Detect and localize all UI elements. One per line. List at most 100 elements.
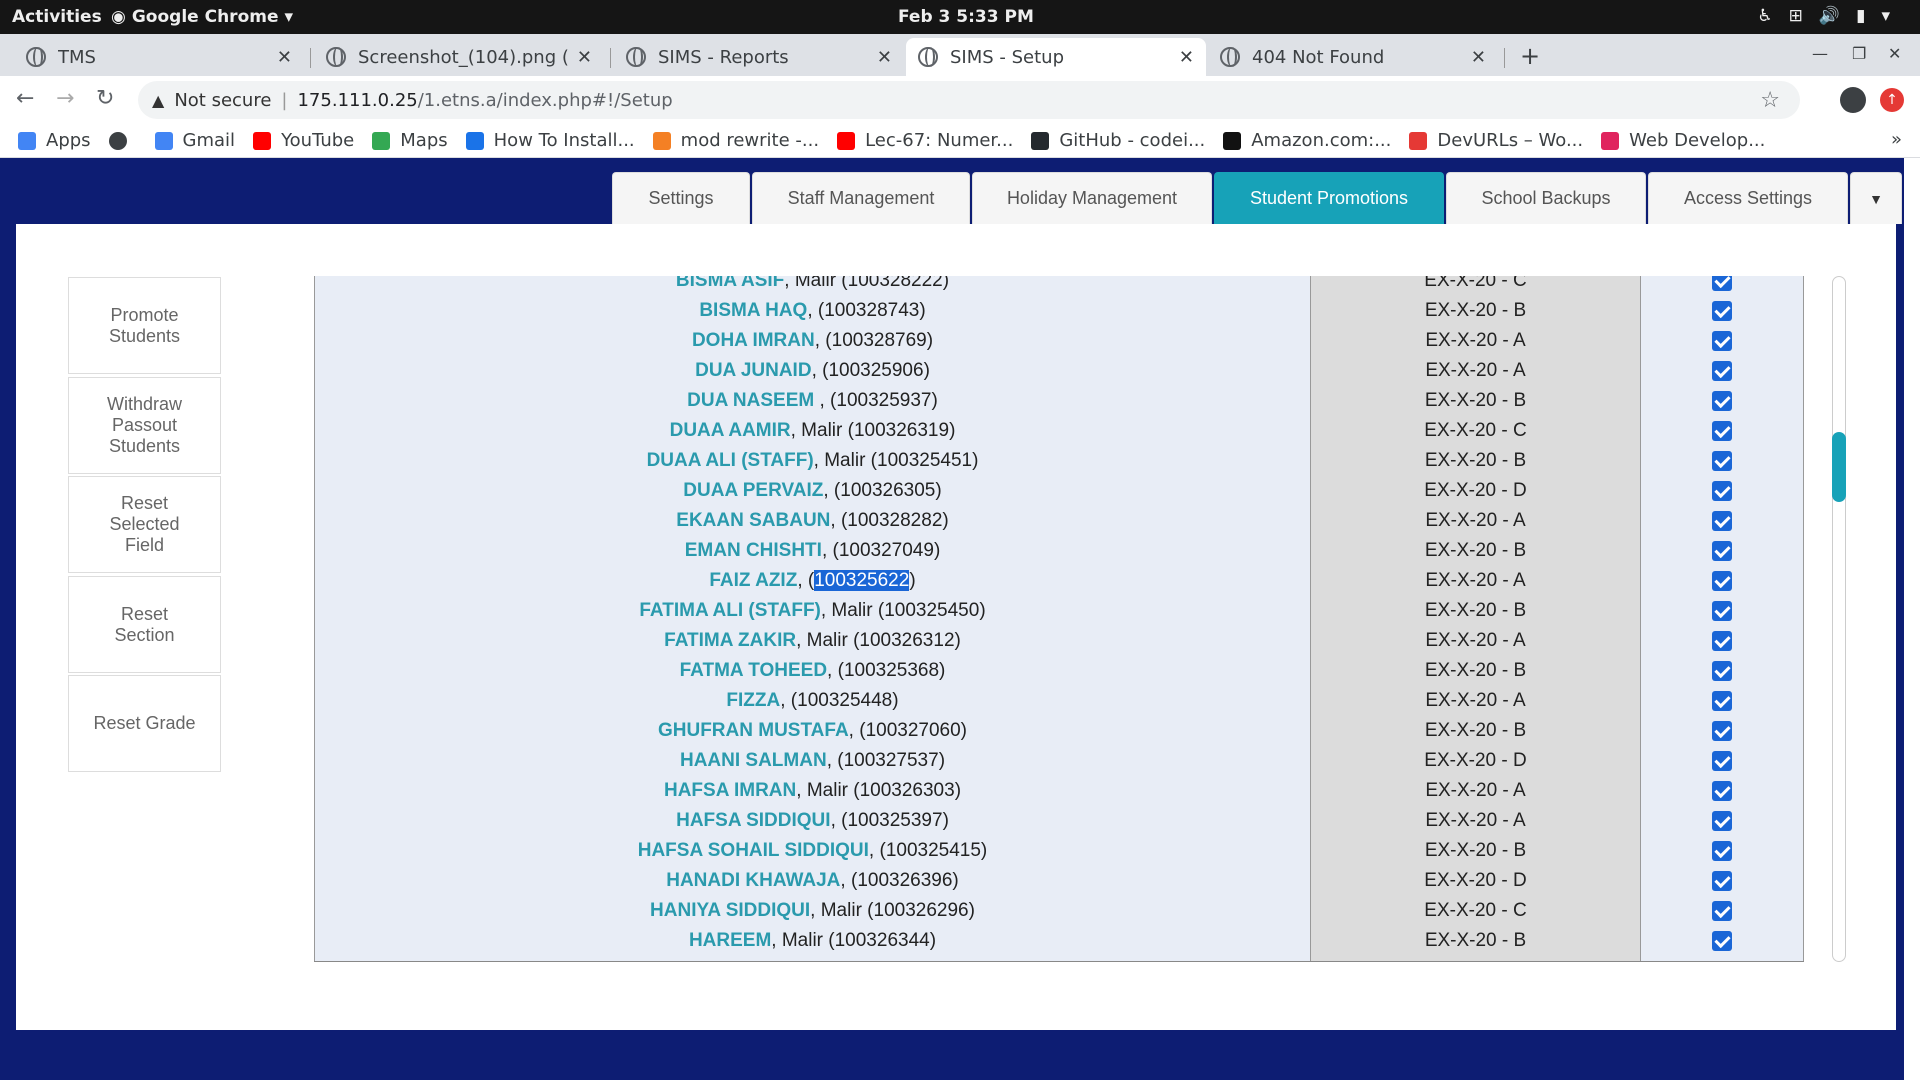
student-name-link[interactable]: HAFSA SOHAIL SIDDIQUI <box>638 840 869 861</box>
network-icon[interactable]: ⊞ <box>1789 6 1803 26</box>
forward-arrow-icon[interactable]: → <box>56 86 74 111</box>
close-icon[interactable]: ✕ <box>877 47 892 68</box>
withdraw-passout-students-button[interactable]: Withdraw Passout Students <box>68 377 221 474</box>
student-name-link[interactable]: DUAA PERVAIZ <box>683 480 823 501</box>
promote-checkbox[interactable] <box>1712 631 1732 651</box>
reset-section-button[interactable]: Reset Section <box>68 576 221 673</box>
clock[interactable]: Feb 3 5:33 PM <box>898 7 1034 27</box>
student-name-link[interactable]: HAANI SALMAN <box>680 750 827 771</box>
tab-holiday-management[interactable]: Holiday Management <box>972 172 1212 224</box>
bookmark-item[interactable]: Web Develop... <box>1601 130 1765 151</box>
bookmarks-overflow-button[interactable]: » <box>1891 129 1902 150</box>
student-name-link[interactable]: BISMA ASIF <box>676 276 784 291</box>
close-icon[interactable]: ✕ <box>1471 47 1486 68</box>
close-icon[interactable]: ✕ <box>577 47 592 68</box>
url-host[interactable]: 175.111.0.25 <box>297 90 417 111</box>
restore-button[interactable]: ❐ <box>1852 44 1866 63</box>
tab-staff-management[interactable]: Staff Management <box>752 172 970 224</box>
new-tab-button[interactable]: + <box>1520 42 1540 70</box>
student-name-link[interactable]: HANADI KHAWAJA <box>666 870 840 891</box>
close-icon[interactable]: ✕ <box>277 47 292 68</box>
reset-selected-field-button[interactable]: Reset Selected Field <box>68 476 221 573</box>
promote-checkbox[interactable] <box>1712 571 1732 591</box>
browser-tab-screenshot[interactable]: Screenshot_(104).png (13 ✕ <box>314 38 604 76</box>
student-name-link[interactable]: FATIMA ALI (STAFF) <box>639 600 821 621</box>
promote-checkbox[interactable] <box>1712 841 1732 861</box>
bookmark-item[interactable]: mod rewrite -... <box>652 130 819 151</box>
student-name-link[interactable]: DOHA IMRAN <box>692 330 815 351</box>
promote-checkbox[interactable] <box>1712 421 1732 441</box>
student-name-link[interactable]: BISMA HAQ <box>699 300 807 321</box>
bookmark-item[interactable]: GitHub - codei... <box>1031 130 1205 151</box>
promote-checkbox[interactable] <box>1712 601 1732 621</box>
bookmark-item[interactable]: Amazon.com:... <box>1223 130 1391 151</box>
chevron-down-icon[interactable]: ▾ <box>1881 6 1890 26</box>
promote-checkbox[interactable] <box>1712 391 1732 411</box>
bookmark-item[interactable]: Gmail <box>154 130 235 151</box>
promote-students-button[interactable]: Promote Students <box>68 277 221 374</box>
browser-tab-reports[interactable]: SIMS - Reports ✕ <box>614 38 904 76</box>
promote-checkbox[interactable] <box>1712 721 1732 741</box>
tab-school-backups[interactable]: School Backups <box>1446 172 1646 224</box>
table-scrollbar-thumb[interactable] <box>1832 432 1846 502</box>
promote-checkbox[interactable] <box>1712 931 1732 951</box>
promote-checkbox[interactable] <box>1712 751 1732 771</box>
bookmark-item[interactable]: Maps <box>372 130 448 151</box>
tabs-overflow-dropdown[interactable]: ▼ <box>1850 172 1902 224</box>
student-name-link[interactable]: HAREEM <box>689 930 771 951</box>
activities-button[interactable]: Activities <box>12 7 102 27</box>
bookmark-item[interactable]: DevURLs – Wo... <box>1409 130 1583 151</box>
tab-settings[interactable]: Settings <box>612 172 750 224</box>
security-label[interactable]: Not secure <box>174 90 271 111</box>
tab-access-settings[interactable]: Access Settings <box>1648 172 1848 224</box>
student-name-link[interactable]: HANIYA SIDDIQUI <box>650 900 810 921</box>
reset-grade-button[interactable]: Reset Grade <box>68 675 221 772</box>
promote-checkbox[interactable] <box>1712 331 1732 351</box>
tab-student-promotions[interactable]: Student Promotions <box>1214 172 1444 224</box>
promote-checkbox[interactable] <box>1712 961 1732 962</box>
bookmark-item[interactable]: Lec-67: Numer... <box>837 130 1013 151</box>
student-name-link[interactable]: EMAN CHISHTI <box>685 540 822 561</box>
bookmark-item[interactable]: Apps <box>18 130 91 151</box>
promote-checkbox[interactable] <box>1712 901 1732 921</box>
student-name-link[interactable]: HAFSA IMRAN <box>664 780 796 801</box>
student-name-link[interactable]: DUA NASEEM <box>687 390 819 411</box>
promote-checkbox[interactable] <box>1712 451 1732 471</box>
student-name-link[interactable]: FIZZA <box>726 690 780 711</box>
bookmark-item[interactable]: YouTube <box>253 130 354 151</box>
volume-icon[interactable]: 🔊 <box>1819 6 1840 26</box>
bookmark-star-icon[interactable]: ☆ <box>1760 88 1780 113</box>
student-name-link[interactable]: DUAA AAMIR <box>670 420 791 441</box>
promote-checkbox[interactable] <box>1712 871 1732 891</box>
student-name-link[interactable]: DUAA ALI (STAFF) <box>647 450 814 471</box>
close-icon[interactable]: ✕ <box>1179 47 1194 68</box>
url-path[interactable]: /1.etns.a/index.php#!/Setup <box>418 90 673 111</box>
update-alert-icon[interactable]: ↑ <box>1880 88 1904 112</box>
browser-tab-setup[interactable]: SIMS - Setup ✕ <box>906 38 1206 76</box>
address-bar[interactable]: ▲ Not secure | 175.111.0.25 /1.etns.a/in… <box>138 81 1800 119</box>
promote-checkbox[interactable] <box>1712 541 1732 561</box>
browser-tab-tms[interactable]: TMS ✕ <box>14 38 304 76</box>
promote-checkbox[interactable] <box>1712 511 1732 531</box>
profile-avatar-icon[interactable] <box>1840 87 1866 113</box>
promote-checkbox[interactable] <box>1712 361 1732 381</box>
back-arrow-icon[interactable]: ← <box>16 86 34 111</box>
accessibility-icon[interactable]: ♿ <box>1757 6 1772 26</box>
bookmark-item[interactable]: How To Install... <box>465 130 635 151</box>
bookmark-item[interactable] <box>108 131 137 150</box>
student-name-link[interactable]: GHUFRAN MUSTAFA <box>658 720 849 741</box>
student-name-link[interactable]: DUA JUNAID <box>695 360 811 381</box>
promote-checkbox[interactable] <box>1712 691 1732 711</box>
promote-checkbox[interactable] <box>1712 781 1732 801</box>
student-name-link[interactable]: FAIZ AZIZ <box>709 570 797 591</box>
student-name-link[interactable]: FATIMA ZAKIR <box>664 630 796 651</box>
system-tray[interactable]: ♿ ⊞ 🔊 ▮ ▾ <box>1757 6 1890 26</box>
battery-icon[interactable]: ▮ <box>1856 6 1865 26</box>
minimize-button[interactable]: — <box>1812 44 1828 63</box>
browser-tab-404[interactable]: 404 Not Found ✕ <box>1208 38 1498 76</box>
promote-checkbox[interactable] <box>1712 301 1732 321</box>
promote-checkbox[interactable] <box>1712 481 1732 501</box>
reload-icon[interactable]: ↻ <box>96 86 114 111</box>
promote-checkbox[interactable] <box>1712 811 1732 831</box>
promote-checkbox[interactable] <box>1712 276 1732 291</box>
